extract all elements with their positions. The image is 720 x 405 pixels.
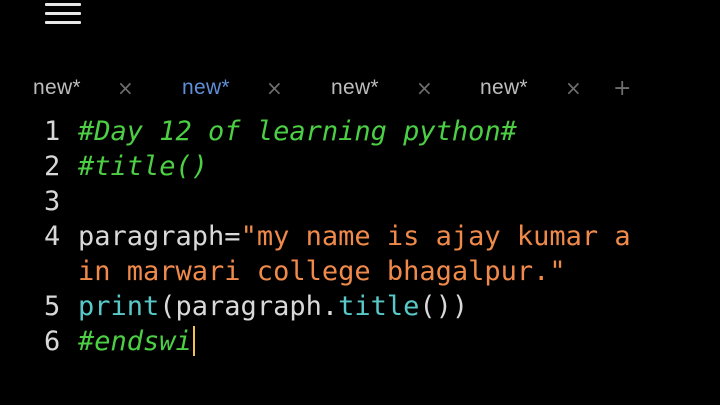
code-line[interactable]: 2 #title(): [0, 149, 720, 184]
tab-2-close-icon[interactable]: ×: [266, 72, 283, 104]
code-token-string: in marwari college bhagalpur.": [78, 256, 566, 287]
code-text: #Day 12 of learning python#: [78, 114, 517, 149]
code-token-comment: #title(): [78, 151, 209, 182]
code-line[interactable]: 6 #endswi: [0, 324, 720, 359]
tab-1[interactable]: new*: [33, 72, 81, 104]
code-token-string: "my name is ajay kumar a: [240, 221, 631, 252]
code-line[interactable]: 4 paragraph="my name is ajay kumar a: [0, 219, 720, 254]
code-token-plain: (paragraph.: [159, 291, 339, 322]
code-text: in marwari college bhagalpur.": [78, 254, 566, 289]
text-cursor: [192, 325, 195, 356]
line-number: 1: [44, 116, 61, 147]
tab-3-label: new*: [331, 76, 379, 99]
code-token-comment: #endswi: [78, 326, 192, 357]
tab-3-close-icon[interactable]: ×: [416, 72, 433, 104]
code-text: #endswi: [78, 324, 195, 359]
menu-bar-middle: [45, 12, 81, 15]
code-token-plain: paragraph=: [78, 221, 241, 252]
tab-4[interactable]: new*: [480, 72, 528, 104]
menu-bar-top: [45, 3, 81, 6]
code-text: paragraph="my name is ajay kumar a: [78, 219, 631, 254]
add-tab-icon[interactable]: +: [613, 72, 631, 104]
line-number: 6: [44, 326, 61, 357]
code-line[interactable]: 5 print(paragraph.title()): [0, 289, 720, 324]
line-number: 4: [44, 221, 61, 252]
menu-bar-bottom: [45, 21, 81, 24]
line-number: 5: [44, 291, 61, 322]
code-editor[interactable]: 1 #Day 12 of learning python# 2 #title() 3 4 p…: [0, 112, 720, 405]
code-token-builtin: print: [78, 291, 160, 322]
tab-2-label: new*: [182, 76, 230, 99]
hamburger-menu-icon[interactable]: [45, 3, 81, 25]
line-number: 2: [44, 151, 61, 182]
code-text: #title(): [78, 149, 208, 184]
code-token-comment: #Day 12 of learning python#: [78, 116, 517, 147]
tab-bar: new* × new* × new* × new* × +: [0, 72, 720, 104]
code-line[interactable]: 1 #Day 12 of learning python#: [0, 114, 720, 149]
tab-4-close-icon[interactable]: ×: [565, 72, 582, 104]
tab-4-label: new*: [480, 76, 528, 99]
code-line[interactable]: 3: [0, 184, 720, 219]
tab-1-label: new*: [33, 76, 81, 99]
line-number: 3: [44, 186, 61, 217]
tab-1-close-icon[interactable]: ×: [117, 72, 134, 104]
code-text: print(paragraph.title()): [78, 289, 468, 324]
code-line[interactable]: in marwari college bhagalpur.": [0, 254, 720, 289]
code-token-plain: ()): [419, 291, 469, 322]
tab-3[interactable]: new*: [331, 72, 379, 104]
code-token-builtin: title: [338, 291, 420, 322]
tab-2[interactable]: new*: [182, 72, 230, 104]
